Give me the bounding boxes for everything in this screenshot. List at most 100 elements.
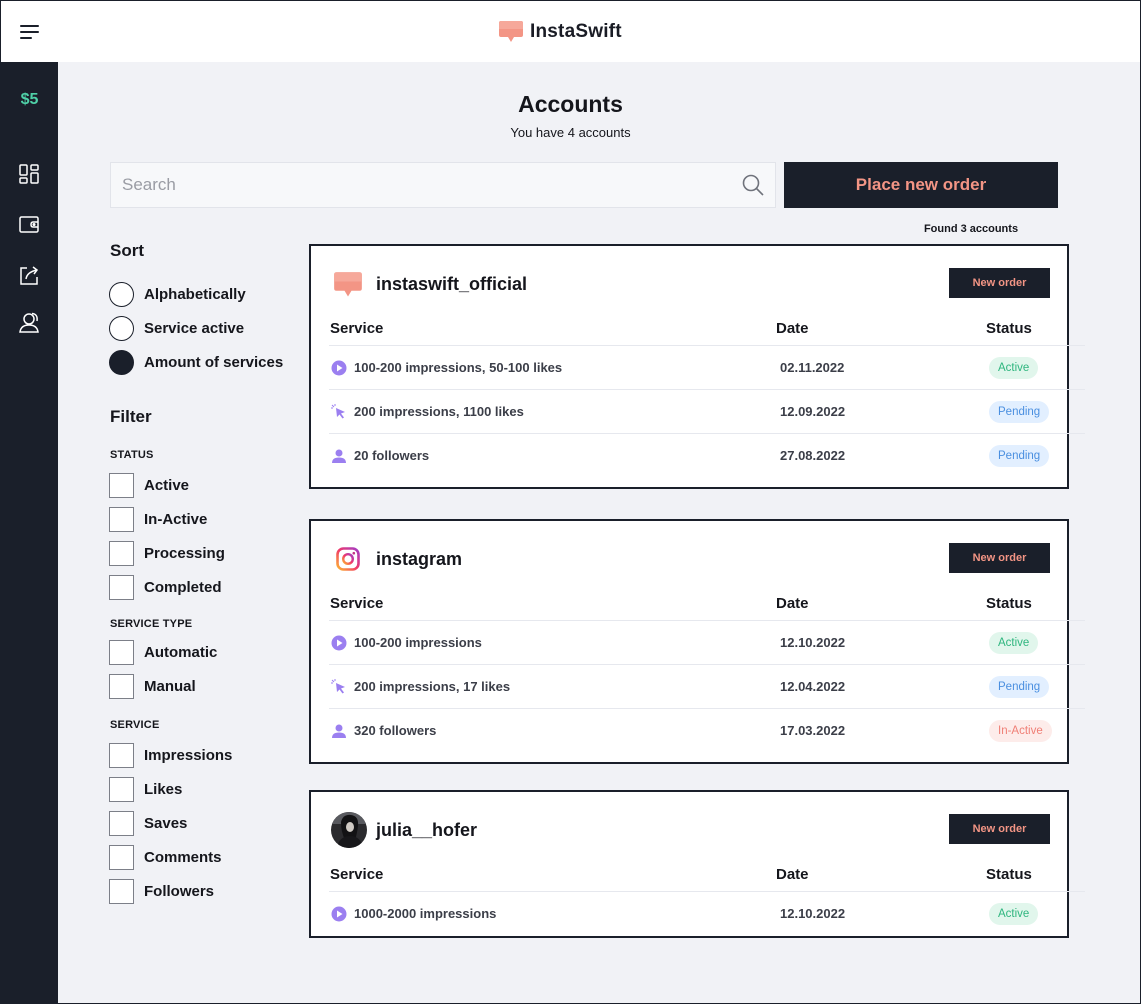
account-name[interactable]: instaswift_official (376, 274, 527, 295)
filter-status-inactive[interactable]: In-Active (109, 506, 207, 532)
filter-status-active[interactable]: Active (109, 472, 189, 498)
found-count: Found 3 accounts (923, 223, 1019, 235)
status-badge: Active (989, 357, 1039, 379)
status-badge: Active (989, 632, 1039, 654)
checkbox[interactable] (109, 810, 134, 836)
radio-button-selected[interactable] (109, 349, 134, 375)
radio-button[interactable] (109, 315, 134, 341)
checkbox[interactable] (109, 673, 134, 699)
date-cell: 17.03.2022 (780, 723, 846, 738)
new-order-button[interactable]: New order (949, 543, 1050, 573)
filter-group-status: STATUS (110, 449, 154, 461)
place-new-order-button[interactable]: Place new order (784, 162, 1058, 208)
service-cell: 20 followers (354, 448, 430, 463)
top-bar: InstaSwift (1, 1, 1140, 62)
filter-group-service: SERVICE (110, 719, 160, 731)
play-icon (331, 635, 347, 651)
sidebar: $5 (1, 62, 58, 1003)
checkbox[interactable] (109, 639, 134, 665)
checkbox[interactable] (109, 506, 134, 532)
service-cell: 320 followers (354, 723, 437, 738)
status-badge: In-Active (989, 720, 1052, 742)
filter-service-followers[interactable]: Followers (109, 878, 214, 904)
cursor-click-icon (331, 404, 345, 419)
checkbox[interactable] (109, 844, 134, 870)
app-window: InstaSwift $5 Accounts You have 4 accoun… (0, 0, 1141, 1004)
filter-option-label: Processing (144, 544, 225, 562)
sort-option-label: Alphabetically (144, 285, 246, 303)
new-order-button[interactable]: New order (949, 814, 1050, 844)
date-cell: 12.09.2022 (780, 404, 846, 419)
play-icon (331, 360, 347, 376)
table-row[interactable]: 100-200 impressions 12.10.2022 Active (329, 620, 1085, 664)
users-icon[interactable] (18, 311, 40, 333)
filter-service-saves[interactable]: Saves (109, 810, 187, 836)
status-badge: Pending (989, 445, 1050, 467)
filter-status-completed[interactable]: Completed (109, 574, 222, 600)
brand[interactable]: InstaSwift (498, 19, 622, 45)
app-name: InstaSwift (530, 21, 622, 42)
instaswift-logo-icon (334, 272, 362, 297)
checkbox[interactable] (109, 540, 134, 566)
filter-title: Filter (110, 407, 152, 426)
account-card: instagram New order Service Date Status … (309, 519, 1085, 764)
hamburger-menu-icon[interactable] (20, 24, 40, 40)
sort-option-alphabetically[interactable]: Alphabetically (109, 281, 246, 307)
checkbox[interactable] (109, 742, 134, 768)
filter-status-processing[interactable]: Processing (109, 540, 225, 566)
account-name[interactable]: julia__hofer (376, 820, 477, 841)
play-icon (331, 906, 347, 922)
filter-option-label: Saves (144, 814, 188, 832)
column-header-status: Status (986, 866, 1032, 883)
filter-option-label: In-Active (144, 510, 208, 528)
column-header-date: Date (776, 866, 809, 883)
share-icon[interactable] (18, 264, 40, 286)
search-input[interactable] (111, 163, 741, 207)
wallet-icon[interactable] (18, 213, 40, 235)
account-card: julia__hofer New order Service Date Stat… (309, 790, 1085, 938)
sort-option-amount-of-services[interactable]: Amount of services (109, 349, 283, 375)
cursor-click-icon (331, 679, 345, 694)
checkbox[interactable] (109, 878, 134, 904)
date-cell: 12.10.2022 (780, 906, 846, 921)
person-icon (332, 724, 346, 738)
instagram-logo-icon (336, 547, 360, 571)
table-row[interactable]: 200 impressions, 17 likes 12.04.2022 Pen… (329, 664, 1085, 708)
service-cell: 200 impressions, 1100 likes (354, 404, 524, 419)
checkbox[interactable] (109, 776, 134, 802)
filter-service-impressions[interactable]: Impressions (109, 742, 232, 768)
date-cell: 02.11.2022 (780, 360, 845, 375)
column-header-service: Service (330, 595, 384, 612)
table-row[interactable]: 1000-2000 impressions 12.10.2022 Active (329, 891, 1085, 935)
column-header-date: Date (776, 595, 809, 612)
account-name[interactable]: instagram (376, 549, 462, 570)
filter-type-manual[interactable]: Manual (109, 673, 196, 699)
checkbox[interactable] (109, 574, 134, 600)
table-row[interactable]: 100-200 impressions, 50-100 likes 02.11.… (329, 345, 1085, 389)
search-box (110, 162, 776, 208)
radio-button[interactable] (109, 281, 134, 307)
table-row[interactable]: 20 followers 27.08.2022 Pending (329, 433, 1085, 477)
dashboard-icon[interactable] (18, 163, 40, 185)
table-row[interactable]: 320 followers 17.03.2022 In-Active (329, 708, 1085, 752)
service-cell: 200 impressions, 17 likes (354, 679, 511, 694)
person-icon (332, 449, 346, 463)
column-header-service: Service (330, 866, 384, 883)
column-header-service: Service (330, 320, 384, 337)
checkbox[interactable] (109, 472, 134, 498)
filter-type-automatic[interactable]: Automatic (109, 639, 217, 665)
filter-service-comments[interactable]: Comments (109, 844, 222, 870)
page-title: Accounts (518, 91, 623, 117)
date-cell: 12.10.2022 (780, 635, 846, 650)
filter-group-service-type: SERVICE TYPE (110, 618, 193, 630)
service-cell: 1000-2000 impressions (354, 906, 497, 921)
column-header-status: Status (986, 320, 1032, 337)
filter-option-label: Manual (144, 677, 196, 695)
sort-option-service-active[interactable]: Service active (109, 315, 244, 341)
filter-option-label: Active (144, 476, 190, 494)
table-row[interactable]: 200 impressions, 1100 likes 12.09.2022 P… (329, 389, 1085, 433)
service-cell: 100-200 impressions (354, 635, 482, 650)
search-icon[interactable] (741, 173, 765, 197)
filter-service-likes[interactable]: Likes (109, 776, 182, 802)
new-order-button[interactable]: New order (949, 268, 1050, 298)
